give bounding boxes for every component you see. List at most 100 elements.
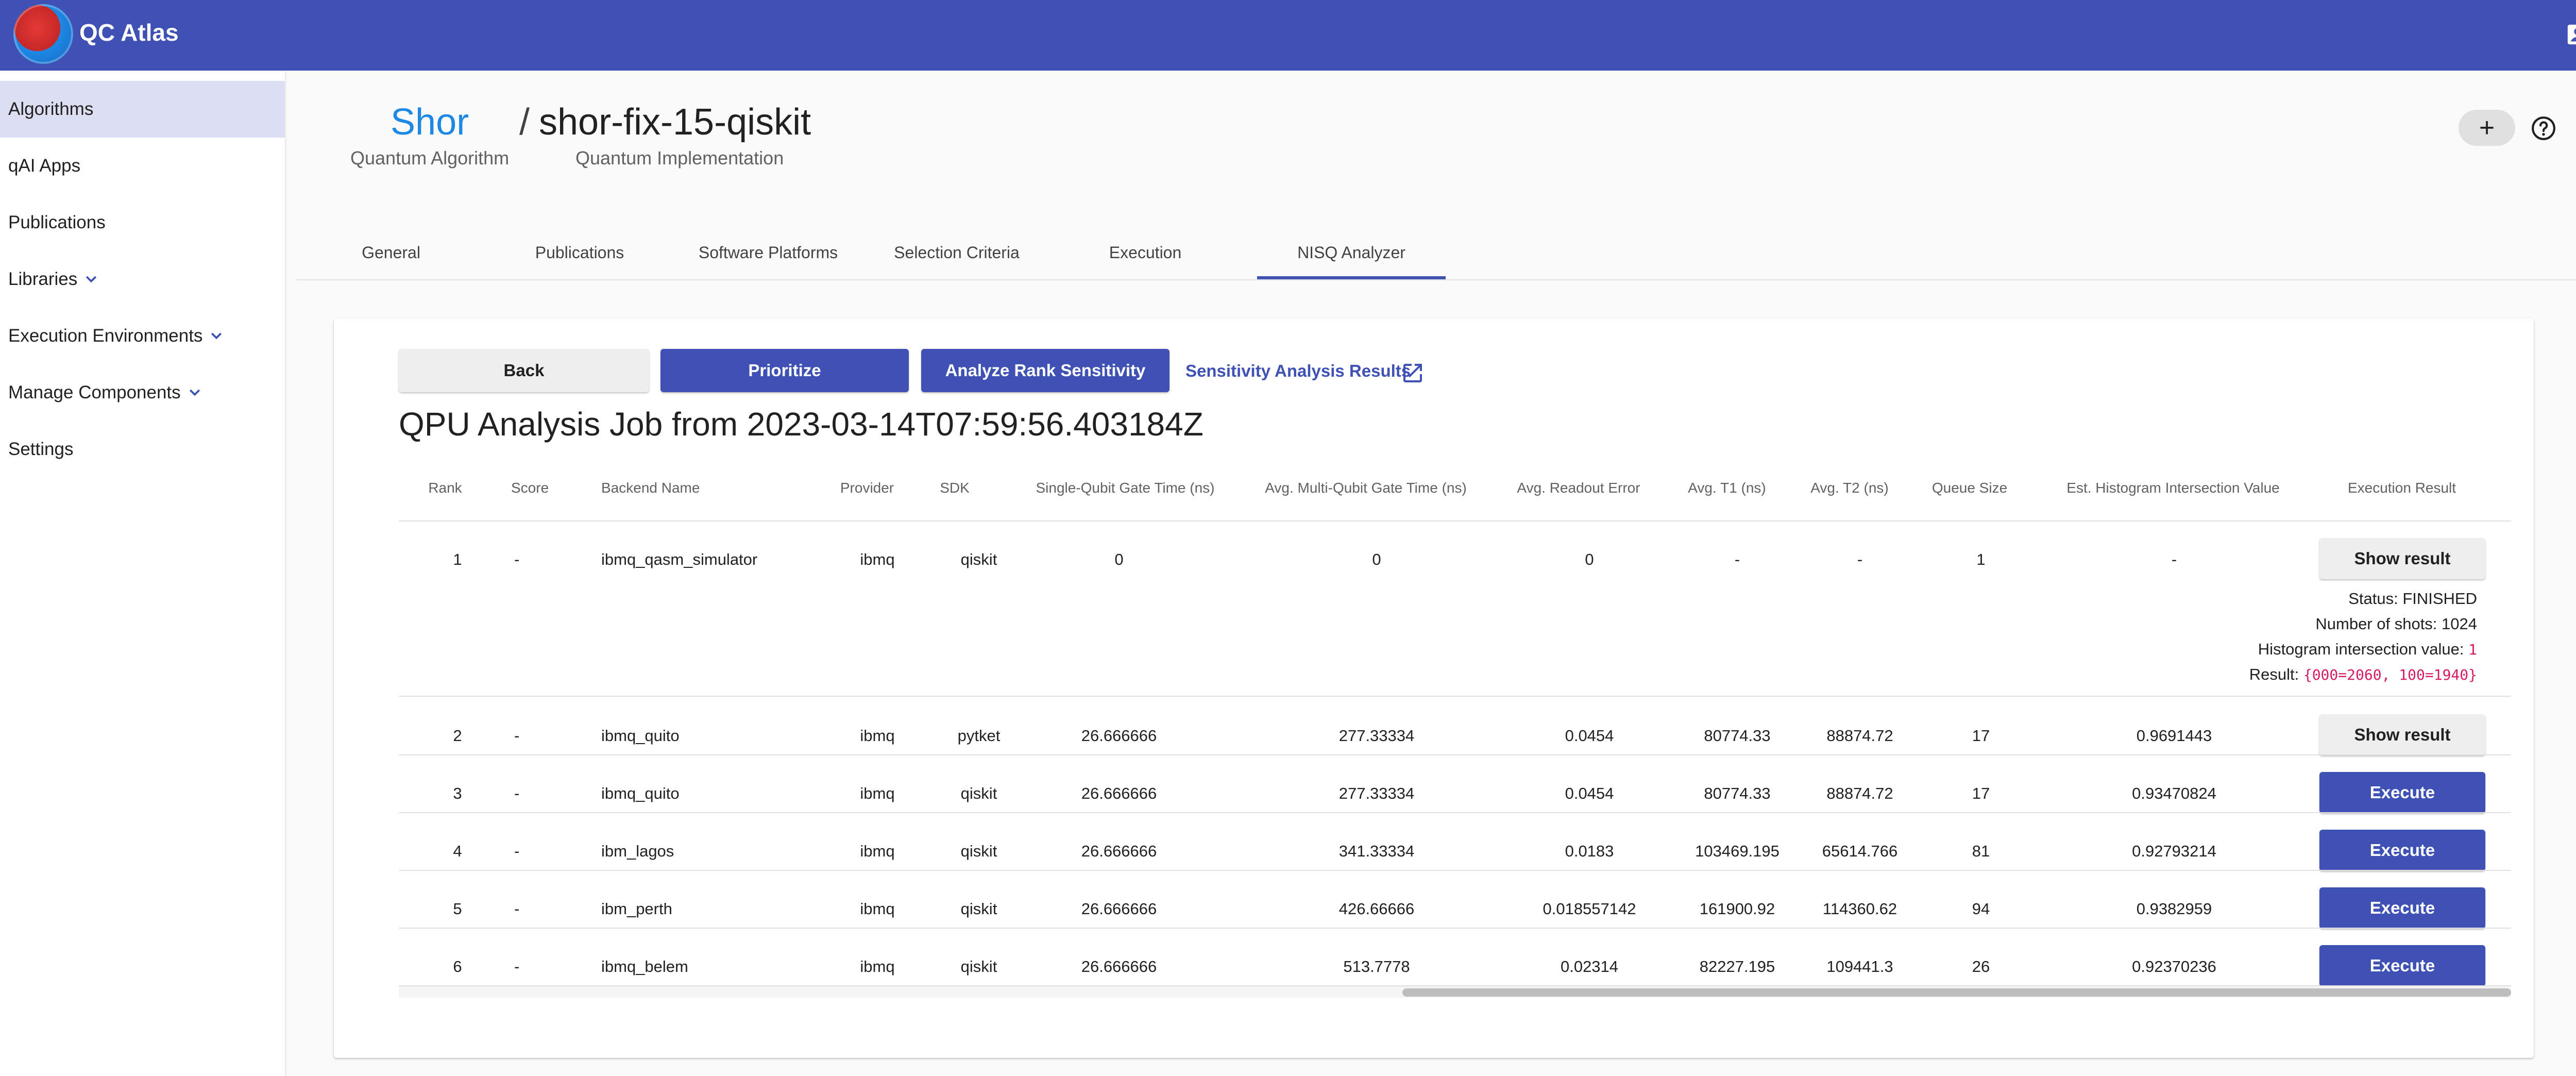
cell-histogram-value: 0.9382959 bbox=[2136, 900, 2212, 918]
cell-backend: ibm_perth bbox=[601, 900, 672, 918]
algorithm-caption: Quantum Algorithm bbox=[350, 147, 510, 169]
detail-status: Status: FINISHED bbox=[2348, 590, 2477, 608]
cell-single-qubit-time: 26.666666 bbox=[1081, 784, 1157, 802]
cell-t2: 88874.72 bbox=[1826, 784, 1893, 802]
cell-rank: 6 bbox=[453, 957, 462, 976]
app-bar: QC Atlas bbox=[0, 0, 2576, 71]
col-header-score[interactable]: Score bbox=[511, 480, 549, 496]
cell-backend: ibmq_quito bbox=[601, 727, 680, 745]
tab-execution[interactable]: Execution bbox=[1051, 227, 1240, 278]
execute-button[interactable]: Execute bbox=[2319, 887, 2485, 929]
col-header-backend[interactable]: Backend Name bbox=[601, 480, 700, 496]
cell-t1: 103469.195 bbox=[1695, 842, 1780, 860]
open-in-new-icon[interactable] bbox=[1400, 361, 1425, 385]
tab-general[interactable]: General bbox=[297, 227, 485, 278]
sidebar-item-settings[interactable]: Settings bbox=[0, 421, 285, 478]
prioritize-button[interactable]: Prioritize bbox=[660, 349, 909, 392]
cell-backend: ibmq_qasm_simulator bbox=[601, 550, 758, 568]
cell-queue-size: 1 bbox=[1976, 550, 1986, 568]
cell-histogram-value: - bbox=[2171, 550, 2177, 568]
sidebar-item-algorithms[interactable]: Algorithms bbox=[0, 81, 285, 138]
sidebar-item-execution-environments[interactable]: Execution Environments bbox=[0, 308, 285, 364]
sidebar-item-manage-components[interactable]: Manage Components bbox=[0, 364, 285, 421]
cell-single-qubit-time: 26.666666 bbox=[1081, 727, 1157, 745]
analyze-rank-sensitivity-button[interactable]: Analyze Rank Sensitivity bbox=[921, 349, 1170, 392]
cell-t2: 114360.62 bbox=[1822, 900, 1897, 918]
cell-t1: - bbox=[1734, 550, 1740, 568]
col-header-t1[interactable]: Avg. T1 (ns) bbox=[1688, 480, 1766, 496]
back-button[interactable]: Back bbox=[399, 349, 649, 392]
col-header-t2[interactable]: Avg. T2 (ns) bbox=[1810, 480, 1888, 496]
sidebar-item-qai-apps[interactable]: qAI Apps bbox=[0, 138, 285, 194]
cell-t2: 65614.766 bbox=[1822, 842, 1898, 860]
detail-shots: Number of shots: 1024 bbox=[2315, 615, 2477, 633]
cell-readout-error: 0.0454 bbox=[1565, 784, 1614, 802]
detail-result: Result: {000=2060, 100=1940} bbox=[2249, 665, 2477, 683]
tab-publications[interactable]: Publications bbox=[485, 227, 674, 278]
cell-queue-size: 94 bbox=[1972, 900, 1990, 918]
cell-histogram-value: 0.9691443 bbox=[2136, 727, 2212, 745]
cell-rank: 1 bbox=[453, 550, 462, 568]
account-icon[interactable] bbox=[2566, 23, 2576, 46]
execute-button[interactable]: Execute bbox=[2319, 945, 2485, 986]
cell-score: - bbox=[514, 550, 520, 568]
cell-backend: ibm_lagos bbox=[601, 842, 674, 860]
cell-t1: 82227.195 bbox=[1699, 957, 1775, 976]
tab-software-platforms[interactable]: Software Platforms bbox=[674, 227, 862, 278]
execute-button[interactable]: Execute bbox=[2319, 830, 2485, 871]
cell-t1: 80774.33 bbox=[1704, 784, 1771, 802]
chevron-down-icon bbox=[86, 276, 97, 283]
cell-backend: ibmq_belem bbox=[601, 957, 688, 976]
add-button[interactable]: + bbox=[2459, 110, 2515, 146]
col-header-execution-result: Execution Result bbox=[2347, 480, 2456, 496]
algorithm-link[interactable]: Shor bbox=[391, 101, 469, 143]
sidebar-item-publications[interactable]: Publications bbox=[0, 194, 285, 251]
show-result-button[interactable]: Show result bbox=[2319, 538, 2485, 579]
col-header-histogram-value[interactable]: Est. Histogram Intersection Value bbox=[2066, 480, 2279, 496]
app-title[interactable]: QC Atlas bbox=[79, 19, 179, 46]
cell-provider: ibmq bbox=[860, 550, 895, 568]
row-divider bbox=[399, 812, 2511, 813]
tab-bar: General Publications Software Platforms … bbox=[297, 227, 2576, 280]
cell-queue-size: 17 bbox=[1972, 784, 1990, 802]
cell-multi-qubit-time: 277.33334 bbox=[1338, 727, 1415, 745]
cell-single-qubit-time: 26.666666 bbox=[1081, 842, 1157, 860]
col-header-queue-size[interactable]: Queue Size bbox=[1932, 480, 2007, 496]
col-header-sdk[interactable]: SDK bbox=[940, 480, 970, 496]
row-divider bbox=[399, 870, 2511, 871]
cell-score: - bbox=[514, 842, 520, 860]
cell-t2: - bbox=[1857, 550, 1863, 568]
sidebar: Algorithms qAI Apps Publications Librari… bbox=[0, 71, 285, 1076]
horizontal-scrollbar-thumb[interactable] bbox=[1402, 988, 2511, 997]
cell-single-qubit-time: 26.666666 bbox=[1081, 900, 1157, 918]
col-header-multi-qubit-time[interactable]: Avg. Multi-Qubit Gate Time (ns) bbox=[1265, 480, 1467, 496]
job-title: QPU Analysis Job from 2023-03-14T07:59:5… bbox=[399, 406, 1204, 443]
cell-rank: 2 bbox=[453, 727, 462, 745]
cell-t1: 80774.33 bbox=[1704, 727, 1771, 745]
cell-readout-error: 0.02314 bbox=[1560, 957, 1619, 976]
help-icon[interactable] bbox=[2531, 115, 2556, 141]
cell-score: - bbox=[514, 784, 520, 802]
cell-sdk: pytket bbox=[957, 727, 1001, 745]
cell-multi-qubit-time: 513.7778 bbox=[1343, 957, 1410, 976]
cell-multi-qubit-time: 0 bbox=[1372, 550, 1381, 568]
col-header-rank[interactable]: Rank bbox=[428, 480, 462, 496]
cell-provider: ibmq bbox=[860, 842, 895, 860]
col-header-provider[interactable]: Provider bbox=[840, 480, 894, 496]
execute-button[interactable]: Execute bbox=[2319, 772, 2485, 813]
col-header-single-qubit-time[interactable]: Single-Qubit Gate Time (ns) bbox=[1036, 480, 1214, 496]
cell-readout-error: 0 bbox=[1585, 550, 1594, 568]
cell-rank: 3 bbox=[453, 784, 462, 802]
sidebar-item-libraries[interactable]: Libraries bbox=[0, 251, 285, 308]
chevron-down-icon bbox=[189, 389, 200, 396]
cell-score: - bbox=[514, 900, 520, 918]
app-logo-icon[interactable] bbox=[13, 4, 73, 64]
col-header-readout-error[interactable]: Avg. Readout Error bbox=[1517, 480, 1640, 496]
show-result-button[interactable]: Show result bbox=[2319, 714, 2485, 755]
cell-single-qubit-time: 0 bbox=[1114, 550, 1124, 568]
row-divider bbox=[399, 696, 2511, 697]
tab-selection-criteria[interactable]: Selection Criteria bbox=[862, 227, 1051, 278]
sensitivity-results-link[interactable]: Sensitivity Analysis Results bbox=[1185, 361, 1411, 381]
tab-nisq-analyzer[interactable]: NISQ Analyzer bbox=[1257, 227, 1446, 279]
cell-multi-qubit-time: 341.33334 bbox=[1338, 842, 1415, 860]
